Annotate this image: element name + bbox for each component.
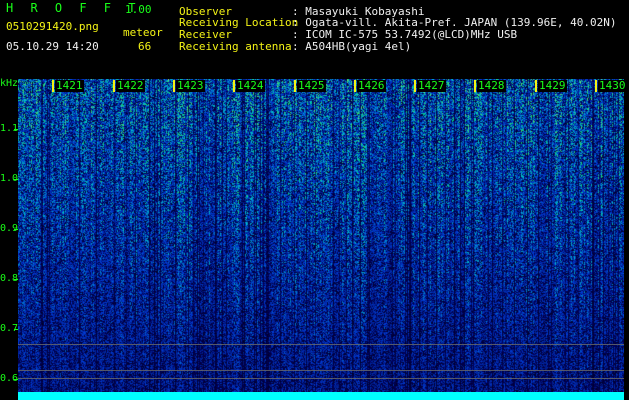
freq-tick — [14, 229, 18, 230]
freq-tick — [14, 279, 18, 280]
count-value: 66 — [138, 40, 152, 53]
app-version: 1.00 — [125, 3, 152, 16]
reference-line — [18, 344, 624, 345]
time-marker — [474, 80, 476, 92]
filename: 0510291420.png — [6, 20, 99, 33]
time-marker — [354, 80, 356, 92]
freq-tick — [14, 329, 18, 330]
time-label-1429: 1429 — [538, 79, 567, 92]
time-marker — [414, 80, 416, 92]
time-marker — [52, 80, 54, 92]
mode-label: meteor — [123, 26, 163, 39]
time-marker — [535, 80, 537, 92]
time-label-1421: 1421 — [55, 79, 84, 92]
spectrogram — [18, 79, 624, 392]
frequency-axis: kHz 1.1 1.0 0.9 0.8 0.7 0.6 — [0, 78, 18, 400]
app-title: H R O F F T — [6, 1, 141, 15]
antenna-value: : A504HB(yagi 4el) — [292, 40, 412, 53]
freq-tick — [14, 129, 18, 130]
time-marker — [294, 80, 296, 92]
freq-tick — [14, 179, 18, 180]
time-label-1422: 1422 — [116, 79, 145, 92]
header-panel: H R O F F T 1.00 0510291420.png meteor 0… — [0, 0, 629, 78]
time-label-1425: 1425 — [297, 79, 326, 92]
freq-tick — [14, 379, 18, 380]
reference-line — [18, 378, 624, 379]
signal-baseline — [18, 392, 624, 400]
time-label-1424: 1424 — [236, 79, 265, 92]
time-marker — [173, 80, 175, 92]
time-marker — [233, 80, 235, 92]
time-marker — [113, 80, 115, 92]
time-label-1426: 1426 — [357, 79, 386, 92]
time-label-1428: 1428 — [477, 79, 506, 92]
time-marker — [595, 80, 597, 92]
antenna-label: Receiving antenna — [179, 40, 292, 53]
time-label-1430: 1430 — [598, 79, 627, 92]
frequency-unit: kHz — [0, 78, 19, 89]
time-label-1427: 1427 — [417, 79, 446, 92]
reference-line — [18, 370, 624, 371]
datetime: 05.10.29 14:20 — [6, 40, 99, 53]
time-label-1423: 1423 — [176, 79, 205, 92]
